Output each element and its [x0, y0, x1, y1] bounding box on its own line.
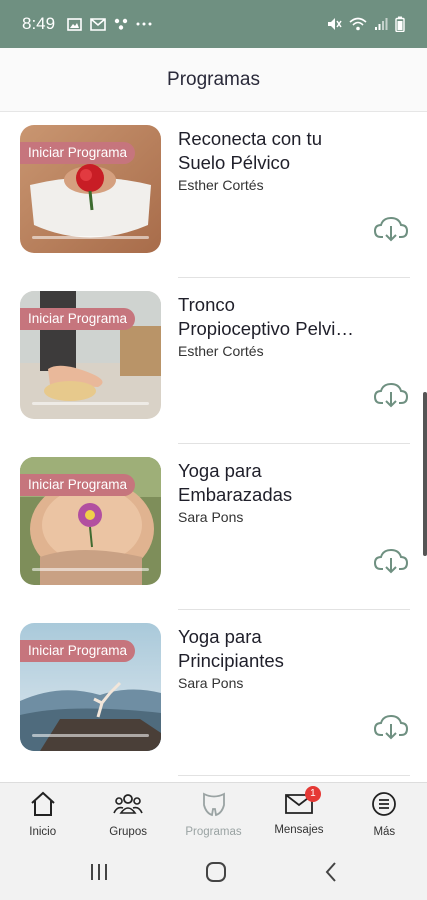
page-title: Programas — [167, 68, 260, 90]
program-title[interactable]: Tronco Propioceptivo Pelvi… — [178, 293, 393, 341]
gallery-icon — [67, 17, 82, 31]
home-button-icon[interactable] — [205, 861, 227, 888]
program-title[interactable]: Reconecta con tu Suelo Pélvico — [178, 127, 393, 175]
start-program-badge[interactable]: Iniciar Programa — [20, 474, 136, 496]
recent-apps-icon[interactable] — [88, 862, 110, 887]
tab-grupos[interactable]: Grupos — [85, 783, 170, 848]
program-title-line: Tronco — [178, 294, 235, 315]
tab-programas[interactable]: Programas — [171, 783, 256, 848]
program-title-line: Propioceptivo Pelvi… — [178, 318, 354, 339]
divider — [178, 775, 410, 776]
program-title-line: Yoga para — [178, 460, 262, 481]
start-program-badge[interactable]: Iniciar Programa — [20, 308, 136, 330]
tab-inicio[interactable]: Inicio — [0, 783, 85, 848]
back-icon[interactable] — [323, 861, 339, 888]
signal-icon — [374, 17, 388, 31]
program-author: Sara Pons — [178, 675, 244, 691]
program-card[interactable]: Iniciar Programa Yoga para Principiantes… — [20, 610, 410, 776]
mute-icon — [326, 16, 342, 32]
tab-label: Programas — [185, 826, 242, 838]
tab-mas[interactable]: Más — [342, 783, 427, 848]
program-card[interactable]: Iniciar Programa Tronco Propioceptivo Pe… — [20, 278, 410, 444]
progress-bar — [32, 734, 149, 737]
tab-label: Mensajes — [274, 824, 324, 836]
tab-label: Inicio — [29, 826, 57, 838]
program-title[interactable]: Yoga para Principiantes — [178, 625, 393, 673]
cloud-download-icon[interactable] — [373, 381, 409, 409]
cloud-download-icon[interactable] — [373, 713, 409, 741]
program-title-line: Reconecta con tu — [178, 128, 322, 149]
group-icon — [113, 791, 143, 822]
mail-notification-icon — [90, 17, 106, 31]
notification-badge: 1 — [304, 786, 321, 802]
progress-bar — [32, 568, 149, 571]
status-bar: 8:49 — [0, 0, 427, 48]
home-icon — [29, 791, 57, 822]
program-title-line: Yoga para — [178, 626, 262, 647]
start-program-badge[interactable]: Iniciar Programa — [20, 142, 136, 164]
program-author: Esther Cortés — [178, 343, 264, 359]
program-title-line: Embarazadas — [178, 484, 293, 505]
top-app-bar: Programas — [0, 48, 427, 112]
program-title-line: Suelo Pélvico — [178, 152, 291, 173]
program-title-line: Principiantes — [178, 650, 284, 671]
program-author: Sara Pons — [178, 509, 244, 525]
bottom-tab-bar: Inicio Grupos Programas 1 Mensajes Más — [0, 782, 427, 848]
tab-label: Más — [373, 826, 396, 838]
tab-mensajes[interactable]: 1 Mensajes — [256, 783, 341, 848]
system-navigation-bar — [0, 848, 427, 900]
program-title[interactable]: Yoga para Embarazadas — [178, 459, 393, 507]
cloud-download-icon[interactable] — [373, 547, 409, 575]
status-time: 8:49 — [22, 14, 56, 33]
more-notifications-icon — [136, 22, 152, 26]
program-card[interactable]: Iniciar Programa Reconecta con tu Suelo … — [20, 112, 410, 278]
progress-bar — [32, 236, 149, 239]
start-program-badge[interactable]: Iniciar Programa — [20, 640, 136, 662]
program-author: Esther Cortés — [178, 177, 264, 193]
progress-bar — [32, 402, 149, 405]
program-card[interactable]: Iniciar Programa Yoga para Embarazadas S… — [20, 444, 410, 610]
program-list[interactable]: Iniciar Programa Reconecta con tu Suelo … — [0, 112, 427, 782]
scrollbar[interactable] — [423, 392, 427, 556]
cloud-download-icon[interactable] — [373, 215, 409, 243]
menu-icon — [371, 791, 397, 822]
wifi-icon — [349, 17, 367, 31]
app-notification-icon — [114, 18, 128, 30]
battery-icon — [395, 16, 405, 32]
pelvis-icon — [200, 791, 228, 822]
tab-label: Grupos — [109, 826, 147, 838]
